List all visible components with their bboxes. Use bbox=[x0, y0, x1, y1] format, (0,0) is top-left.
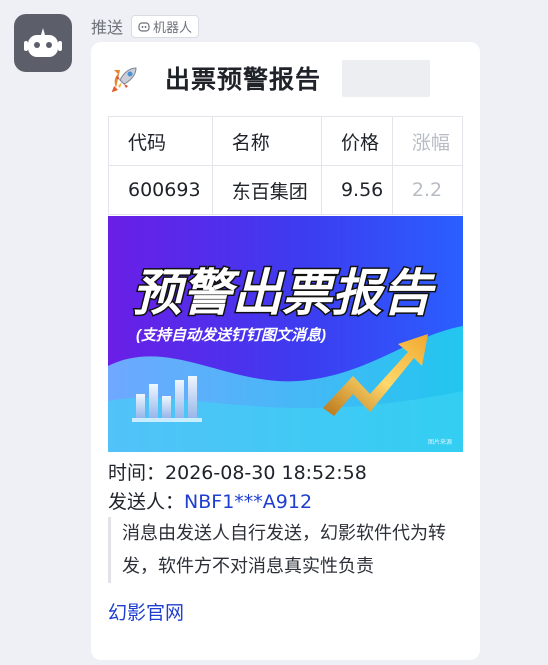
report-banner-image[interactable]: 预警出票报告 (支持自动发送钉钉图文消息) 图片来源 bbox=[108, 216, 463, 452]
robot-small-icon bbox=[138, 21, 150, 32]
table-header-cell: 价格 bbox=[320, 116, 393, 166]
official-site-link[interactable]: 幻影官网 bbox=[108, 598, 184, 625]
rocket-icon bbox=[112, 67, 137, 92]
robot-badge-label: 机器人 bbox=[153, 20, 193, 36]
time-line: 时间：2026-08-30 18:52:58 bbox=[108, 458, 367, 485]
banner-subline: (支持自动发送钉钉图文消息) bbox=[136, 326, 326, 344]
table-header-cell: 代码 bbox=[108, 116, 213, 166]
time-value: 2026-08-30 18:52:58 bbox=[165, 462, 367, 484]
table-header-cell: 涨幅 bbox=[391, 116, 463, 166]
sender-label: 发送人： bbox=[108, 491, 185, 513]
table-cell: 2.2 bbox=[391, 165, 463, 215]
bot-avatar[interactable] bbox=[14, 14, 72, 72]
card-title: 出票预警报告 bbox=[165, 65, 322, 94]
table-row: 600693 东百集团 9.56 2.2 bbox=[108, 165, 463, 215]
robot-badge: 机器人 bbox=[131, 14, 200, 38]
table-header-row: 代码 名称 价格 涨幅 bbox=[108, 116, 463, 166]
redacted-placeholder bbox=[342, 60, 430, 97]
table-cell: 600693 bbox=[108, 165, 213, 215]
sender-id-link[interactable]: NBF1***A912 bbox=[184, 491, 312, 513]
sender-line: 发送人：NBF1***A912 bbox=[108, 487, 312, 514]
table-cell: 东百集团 bbox=[211, 165, 322, 215]
time-label: 时间： bbox=[108, 462, 166, 484]
message-meta: 推送 机器人 bbox=[91, 14, 200, 38]
disclaimer-quote: 消息由发送人自行发送，幻影软件代为转发，软件方不对消息真实性负责 bbox=[108, 517, 467, 583]
banner-corner-text: 图片来源 bbox=[428, 438, 452, 446]
robot-icon bbox=[24, 28, 62, 57]
table-cell: 9.56 bbox=[320, 165, 393, 215]
message-card: 出票预警报告 代码 名称 价格 涨幅 600693 东百集团 9.56 2.2 bbox=[91, 42, 480, 660]
card-header: 出票预警报告 bbox=[108, 60, 321, 96]
table-header-cell: 名称 bbox=[211, 116, 322, 166]
banner-headline: 预警出票报告 bbox=[132, 265, 436, 321]
sender-name[interactable]: 推送 bbox=[91, 14, 123, 38]
